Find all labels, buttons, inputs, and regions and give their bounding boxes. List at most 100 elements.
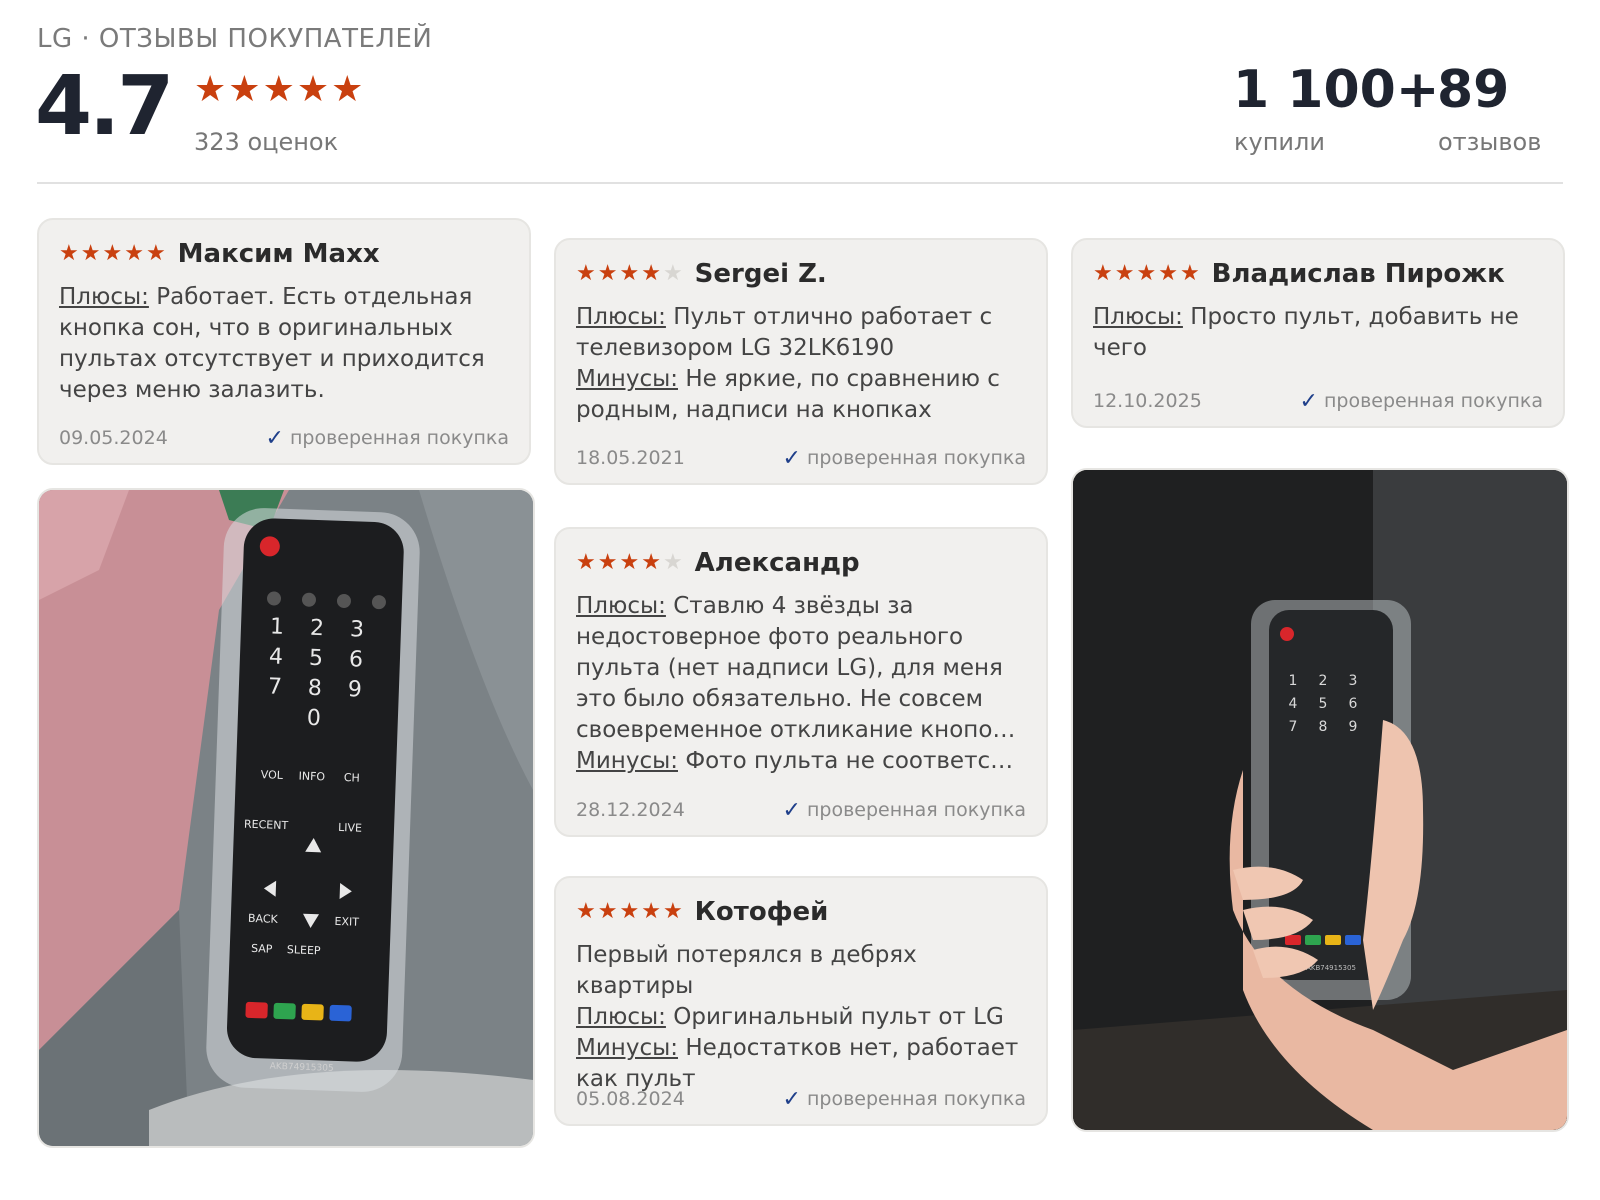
reviews-header: LG · ОТЗЫВЫ ПОКУПАТЕЛЕЙ 4.7 ★ ★ ★ ★ ★ 32… [35,22,1563,182]
star-icon: ★ [59,241,79,266]
svg-text:8: 8 [307,676,322,701]
svg-text:EXIT: EXIT [334,915,359,929]
review-line: Минусы: Не яркие, по сравнению с родным,… [576,364,1026,426]
star-icon: ★ [194,69,227,110]
review-date: 05.08.2024 [576,1088,685,1110]
star-icon: ★ [662,899,683,924]
star-icon: ★ [597,550,618,575]
checkmark-icon: ✓ [1299,388,1318,414]
checkmark-icon: ✓ [265,425,284,451]
review-text: Плюсы: Пульт отлично работает с телевизо… [576,302,1026,426]
verified-purchase-badge: ✓ проверенная покупка [266,426,509,451]
review-card[interactable]: ★ ★ ★ ★ ★ Максим Maxx Плюсы: Работает. Есть от… [37,218,531,465]
svg-text:9: 9 [1349,719,1358,735]
verified-purchase-badge: ✓ проверенная покупка [783,1087,1026,1112]
header-divider [37,182,1563,184]
review-line-label: Минусы: [576,1035,678,1061]
review-line-label: Плюсы: [1093,304,1183,330]
star-icon: ★ [641,899,661,924]
verified-purchase-label: проверенная покупка [806,799,1026,821]
review-footer: 09.05.2024 ✓ проверенная покупка [59,423,509,453]
review-line-label: Минусы: [576,748,678,774]
svg-text:2: 2 [1319,673,1328,689]
review-footer: 18.05.2021 ✓ проверенная покупка [576,443,1026,473]
bought-count: 1 100+ [1233,60,1440,120]
review-photo[interactable]: 123 456 789 0 VOL INFO CH RECENT LIVE BACK E… [37,488,535,1148]
review-stars: ★ ★ ★ ★ ★ [576,263,683,285]
star-icon: ★ [576,550,596,575]
review-line: Первый потерялся в дебрях квартиры [576,940,1026,1002]
review-author: Котофей [694,897,829,927]
remote-model-label: AKB74915305 [1306,964,1356,972]
review-line: Плюсы: Работает. Есть отдельная кнопка с… [59,282,509,406]
star-icon: ★ [576,899,596,924]
star-icon: ★ [262,69,295,110]
review-photo[interactable]: 1 2 3 4 5 6 7 8 9 AKB74915305 [1071,468,1569,1132]
review-date: 18.05.2021 [576,447,685,469]
average-rating: 4.7 [35,59,174,154]
review-text: Первый потерялся в дебрях квартиры Плюсы:… [576,940,1026,1095]
svg-text:VOL: VOL [261,768,284,782]
remote-photo-image: 123 456 789 0 VOL INFO CH RECENT LIVE BACK E… [39,490,533,1146]
review-author: Максим Maxx [177,239,380,269]
review-text: Плюсы: Ставлю 4 звёзды за недостоверное … [576,591,1026,777]
svg-text:8: 8 [1319,719,1328,735]
svg-text:0: 0 [306,706,321,731]
reviews-count: 89 [1437,60,1510,120]
star-icon: ★ [597,899,618,924]
svg-text:4: 4 [1289,696,1298,712]
svg-text:INFO: INFO [298,769,325,783]
star-icon: ★ [80,241,101,266]
star-icon: ★ [1136,261,1157,286]
star-icon: ★ [1179,261,1200,286]
review-line: Плюсы: Пульт отлично работает с телевизо… [576,302,1026,364]
svg-text:LIVE: LIVE [338,821,362,835]
rating-count: 323 оценок [194,128,339,156]
review-footer: 12.10.2025 ✓ проверенная покупка [1093,386,1543,416]
star-icon: ★ [331,69,364,110]
review-line-label: Минусы: [576,366,678,392]
review-text: Плюсы: Работает. Есть отдельная кнопка с… [59,282,509,406]
review-line: Плюсы: Просто пульт, добавить не чего [1093,302,1543,364]
review-line-text: Оригинальный пульт от LG [673,1004,1004,1030]
review-card[interactable]: ★ ★ ★ ★ ★ Котофей Первый потерялся в дебрях кв… [554,876,1048,1126]
verified-purchase-label: проверенная покупка [806,1088,1026,1110]
svg-text:1: 1 [270,614,285,639]
svg-text:RECENT: RECENT [244,818,289,833]
review-card[interactable]: ★ ★ ★ ★ ★ Sergei Z. Плюсы: Пульт отлично работ… [554,238,1048,485]
svg-text:9: 9 [347,677,362,702]
review-line: Минусы: Фото пульта не соответству… [576,746,1026,777]
star-icon: ★ [662,550,683,575]
review-text: Плюсы: Просто пульт, добавить не чего [1093,302,1543,364]
review-line: своевременное откликание кнопок н… [576,715,1026,746]
star-icon: ★ [662,261,683,286]
verified-purchase-label: проверенная покупка [289,427,509,449]
svg-text:7: 7 [1289,719,1298,735]
star-icon: ★ [619,261,640,286]
svg-text:CH: CH [344,771,360,785]
review-line-text: Первый потерялся в дебрях квартиры [576,942,917,999]
star-icon: ★ [1114,261,1135,286]
review-author: Sergei Z. [694,259,827,289]
svg-text:5: 5 [1319,696,1328,712]
star-icon: ★ [641,550,661,575]
star-icon: ★ [641,261,661,286]
review-line-label: Плюсы: [576,304,666,330]
svg-text:SLEEP: SLEEP [287,943,321,957]
review-date: 12.10.2025 [1093,390,1202,412]
verified-purchase-badge: ✓ проверенная покупка [1300,389,1543,414]
remote-in-hand-image: 1 2 3 4 5 6 7 8 9 AKB74915305 [1073,470,1567,1130]
review-card[interactable]: ★ ★ ★ ★ ★ Александр Плюсы: Ставлю 4 звёзды за … [554,527,1048,837]
review-date: 28.12.2024 [576,799,685,821]
verified-purchase-badge: ✓ проверенная покупка [783,798,1026,823]
review-author: Александр [694,548,860,578]
star-icon: ★ [296,69,330,110]
checkmark-icon: ✓ [782,797,801,823]
verified-purchase-label: проверенная покупка [806,447,1026,469]
review-header: ★ ★ ★ ★ ★ Александр [576,545,1026,581]
star-icon: ★ [124,241,144,266]
svg-text:6: 6 [1349,696,1358,712]
review-card[interactable]: ★ ★ ★ ★ ★ Владислав Пирожк Плюсы: Просто пульт… [1071,238,1565,428]
review-header: ★ ★ ★ ★ ★ Владислав Пирожк [1093,256,1543,292]
star-icon: ★ [228,69,261,110]
